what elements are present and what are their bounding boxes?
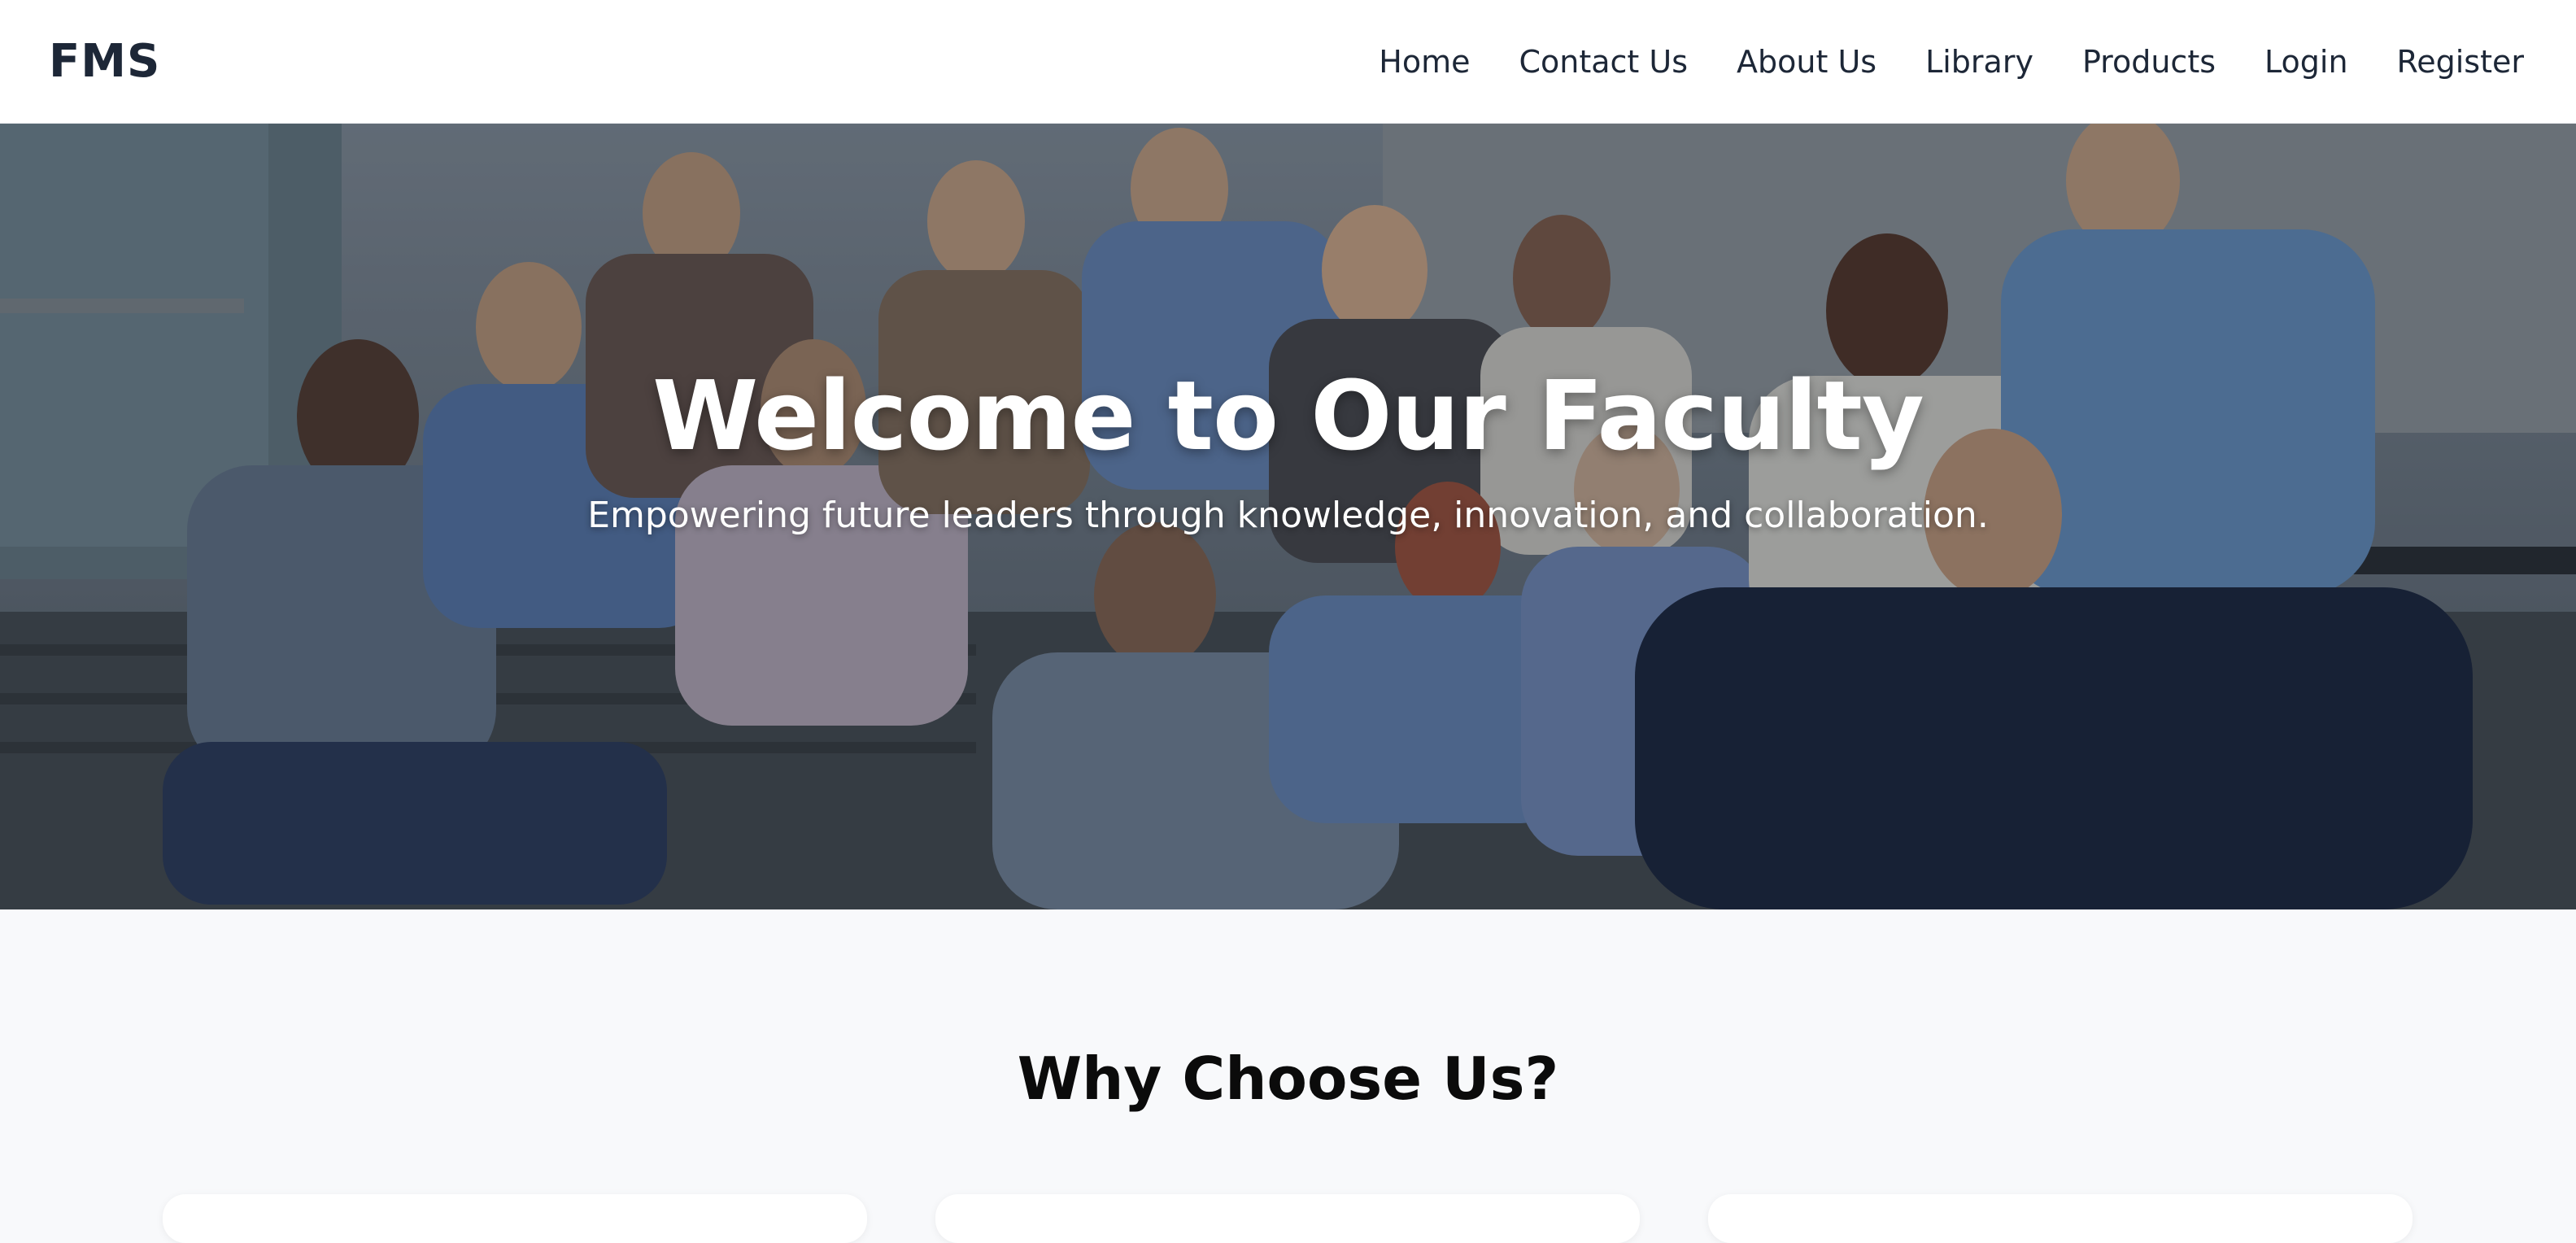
hero-banner: Welcome to Our Faculty Empowering future… bbox=[0, 124, 2576, 909]
nav-link-library[interactable]: Library bbox=[1925, 44, 2033, 80]
feature-card bbox=[935, 1194, 1640, 1243]
navbar: FMS Home Contact Us About Us Library Pro… bbox=[0, 0, 2576, 124]
why-choose-us-section: Why Choose Us? bbox=[0, 909, 2576, 1243]
nav-link-products[interactable]: Products bbox=[2082, 44, 2216, 80]
feature-card bbox=[163, 1194, 867, 1243]
nav-link-about-us[interactable]: About Us bbox=[1737, 44, 1876, 80]
feature-card bbox=[1708, 1194, 2413, 1243]
hero-subtitle: Empowering future leaders through knowle… bbox=[587, 495, 1989, 536]
nav-link-login[interactable]: Login bbox=[2264, 44, 2348, 80]
hero-content: Welcome to Our Faculty Empowering future… bbox=[0, 124, 2576, 909]
hero-title: Welcome to Our Faculty bbox=[652, 360, 1924, 472]
nav-link-home[interactable]: Home bbox=[1379, 44, 1470, 80]
nav-link-register[interactable]: Register bbox=[2397, 44, 2524, 80]
section-title: Why Choose Us? bbox=[1017, 1045, 1559, 1113]
brand-logo[interactable]: FMS bbox=[49, 35, 160, 88]
nav-links: Home Contact Us About Us Library Product… bbox=[1379, 44, 2524, 80]
nav-link-contact-us[interactable]: Contact Us bbox=[1519, 44, 1688, 80]
